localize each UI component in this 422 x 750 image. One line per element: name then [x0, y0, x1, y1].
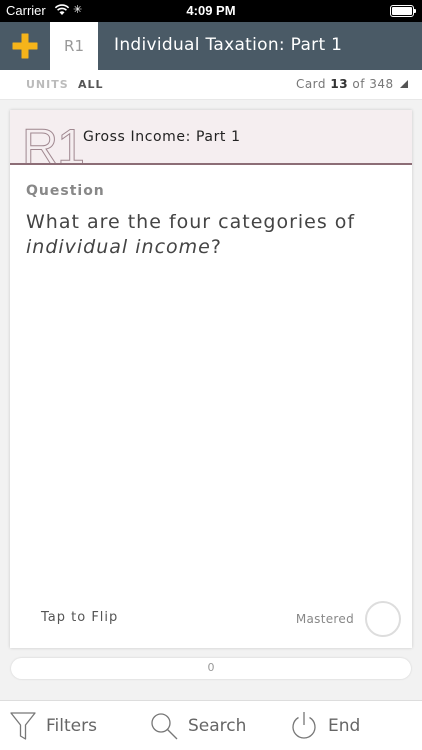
bottom-toolbar: Filters Search End [0, 700, 422, 750]
flash-card[interactable]: R1 Gross Income: Part 1 Question What ar… [10, 110, 412, 648]
unit-tab[interactable]: R1 [50, 22, 98, 70]
card-counter-prefix: Card [295, 77, 327, 91]
status-time: 4:09 PM [186, 3, 236, 18]
filters-button[interactable]: Filters [10, 709, 97, 743]
search-label: Search [188, 716, 247, 736]
battery-icon [390, 5, 416, 17]
progress-value: 0 [207, 661, 215, 674]
magnifier-icon [151, 713, 178, 740]
filters-label: Filters [46, 716, 97, 736]
plus-icon [12, 33, 38, 59]
card-title: Gross Income: Part 1 [83, 129, 241, 145]
question-text: What are the four categories of individu… [26, 210, 396, 260]
units-label[interactable]: UNITS [26, 78, 69, 91]
end-label: End [328, 716, 361, 736]
page-title: Individual Taxation: Part 1 [114, 35, 343, 55]
triangle-icon [400, 80, 408, 88]
funnel-icon [10, 712, 36, 740]
add-button[interactable] [0, 22, 50, 70]
search-button[interactable]: Search [150, 709, 246, 743]
card-counter-total: of 348 [352, 77, 394, 91]
mastered-label: Mastered [295, 612, 354, 626]
power-icon [292, 712, 316, 739]
end-button[interactable]: End [290, 709, 360, 743]
all-filter[interactable]: ALL [78, 78, 104, 91]
progress-bar: 0 [11, 658, 411, 679]
question-text-italic: individual income [26, 236, 211, 258]
units-filter-bar: UNITS ALL Card 13 of 348 [0, 70, 422, 100]
question-text-end: ? [210, 236, 222, 258]
card-counter[interactable]: Card 13 of 348 [296, 77, 408, 91]
card-counter-current: 13 [330, 77, 349, 91]
question-text-main: What are the four categories of [26, 211, 356, 233]
mastered-toggle[interactable] [365, 601, 401, 637]
question-label: Question [26, 183, 105, 199]
card-header: R1 Gross Income: Part 1 [10, 110, 412, 165]
status-bar: Carrier ✳ 4:09 PM [0, 0, 422, 22]
nav-bar: R1 Individual Taxation: Part 1 [0, 22, 422, 70]
tap-to-flip-label[interactable]: Tap to Flip [41, 610, 118, 625]
card-unit-code: R1 [22, 119, 86, 165]
